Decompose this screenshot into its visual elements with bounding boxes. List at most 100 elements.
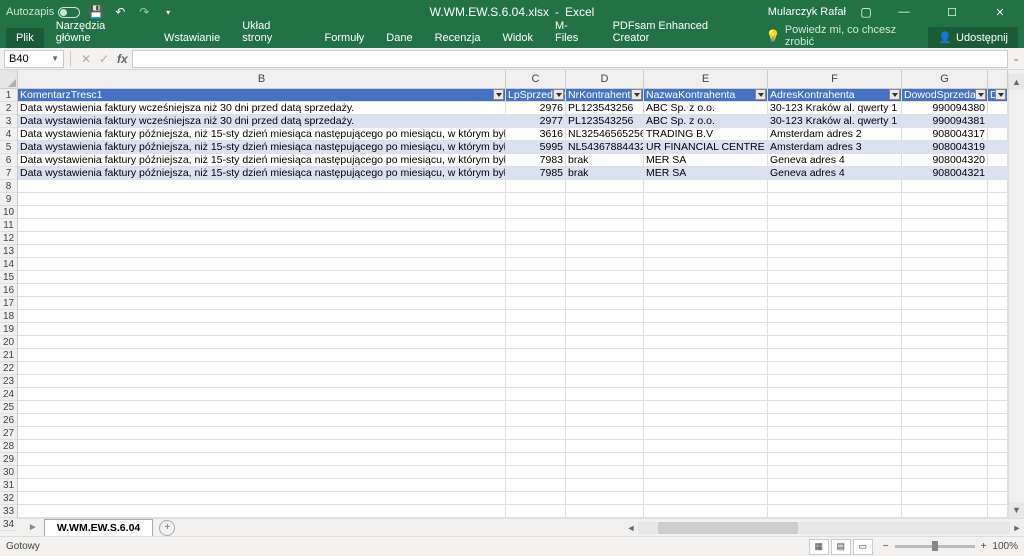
row-header[interactable]: 18	[0, 310, 17, 323]
share-button[interactable]: 👤 Udostępnij	[928, 27, 1018, 48]
cell[interactable]: Geneva adres 4	[768, 167, 902, 180]
cell[interactable]	[18, 492, 506, 505]
scroll-down-icon[interactable]: ▼	[1009, 502, 1024, 518]
cell[interactable]: NL325465652566	[566, 128, 644, 141]
cell[interactable]	[644, 362, 768, 375]
cell[interactable]	[768, 401, 902, 414]
cell[interactable]	[988, 141, 1008, 154]
row-header[interactable]: 8	[0, 180, 17, 193]
cell[interactable]	[988, 102, 1008, 115]
tab-file[interactable]: Plik	[6, 28, 44, 48]
cell[interactable]	[18, 206, 506, 219]
row-header[interactable]: 23	[0, 375, 17, 388]
cell[interactable]	[506, 492, 566, 505]
zoom-in-icon[interactable]: +	[981, 541, 987, 552]
cell[interactable]	[566, 466, 644, 479]
cell[interactable]	[18, 297, 506, 310]
cell[interactable]	[768, 284, 902, 297]
cell[interactable]	[644, 375, 768, 388]
cell[interactable]	[768, 388, 902, 401]
cell[interactable]	[988, 401, 1008, 414]
cell[interactable]: 990094381	[902, 115, 988, 128]
cell[interactable]	[768, 362, 902, 375]
row-header[interactable]: 29	[0, 453, 17, 466]
row-header[interactable]: 32	[0, 492, 17, 505]
cell[interactable]	[644, 479, 768, 492]
cell[interactable]: 908004321	[902, 167, 988, 180]
cell[interactable]	[902, 362, 988, 375]
view-normal-button[interactable]: ▦	[809, 539, 829, 555]
cell[interactable]	[506, 362, 566, 375]
cell[interactable]	[566, 401, 644, 414]
cell[interactable]	[18, 219, 506, 232]
cell[interactable]: 990094380	[902, 102, 988, 115]
cell[interactable]	[902, 440, 988, 453]
cell[interactable]	[988, 427, 1008, 440]
cell[interactable]	[566, 427, 644, 440]
cell[interactable]	[18, 440, 506, 453]
cell[interactable]	[644, 297, 768, 310]
cell[interactable]	[566, 180, 644, 193]
row-header[interactable]: 34	[0, 518, 17, 531]
row-header[interactable]: 27	[0, 427, 17, 440]
cell[interactable]	[506, 180, 566, 193]
filter-icon[interactable]	[975, 89, 986, 100]
row-header[interactable]: 16	[0, 284, 17, 297]
cell[interactable]	[18, 245, 506, 258]
cell[interactable]	[768, 206, 902, 219]
cell[interactable]	[506, 375, 566, 388]
cell[interactable]	[18, 362, 506, 375]
zoom-out-icon[interactable]: −	[883, 541, 889, 552]
tab-data[interactable]: Dane	[376, 28, 422, 48]
cell[interactable]	[566, 219, 644, 232]
cell[interactable]	[506, 427, 566, 440]
cell[interactable]	[988, 388, 1008, 401]
row-header[interactable]: 22	[0, 362, 17, 375]
cell[interactable]: 2977	[506, 115, 566, 128]
filter-icon[interactable]	[889, 89, 900, 100]
cell[interactable]: TRADING B.V	[644, 128, 768, 141]
cell[interactable]	[506, 414, 566, 427]
cell[interactable]	[566, 310, 644, 323]
cell[interactable]	[988, 258, 1008, 271]
cell[interactable]	[988, 362, 1008, 375]
zoom-control[interactable]: − + 100%	[883, 541, 1018, 552]
cell[interactable]: MER SA	[644, 154, 768, 167]
row-header[interactable]: 5	[0, 141, 17, 154]
cell[interactable]	[902, 271, 988, 284]
cell[interactable]	[506, 401, 566, 414]
row-header[interactable]: 25	[0, 401, 17, 414]
cell[interactable]	[644, 232, 768, 245]
cell[interactable]	[902, 206, 988, 219]
cell[interactable]	[18, 466, 506, 479]
col-header-E[interactable]: E	[644, 70, 768, 88]
cell[interactable]: 908004317	[902, 128, 988, 141]
row-header[interactable]: 33	[0, 505, 17, 518]
cell[interactable]	[902, 349, 988, 362]
cell[interactable]	[768, 505, 902, 518]
row-header[interactable]: 19	[0, 323, 17, 336]
cell[interactable]	[506, 505, 566, 518]
filter-icon[interactable]	[493, 89, 504, 100]
tab-formulas[interactable]: Formuły	[315, 28, 375, 48]
cell[interactable]	[506, 323, 566, 336]
cell[interactable]	[768, 453, 902, 466]
cell[interactable]	[566, 505, 644, 518]
cell[interactable]	[506, 232, 566, 245]
row-header[interactable]: 28	[0, 440, 17, 453]
cell[interactable]	[988, 245, 1008, 258]
cell[interactable]	[566, 375, 644, 388]
cell[interactable]	[988, 297, 1008, 310]
cell[interactable]	[768, 323, 902, 336]
cell[interactable]: Amsterdam adres 3	[768, 141, 902, 154]
row-header[interactable]: 11	[0, 219, 17, 232]
cell[interactable]	[768, 479, 902, 492]
cell[interactable]	[506, 349, 566, 362]
cell[interactable]	[566, 206, 644, 219]
cell[interactable]: 908004320	[902, 154, 988, 167]
cell[interactable]	[768, 310, 902, 323]
tab-mfiles[interactable]: M-Files	[545, 16, 601, 48]
close-button[interactable]: ✕	[982, 0, 1018, 24]
cell[interactable]	[988, 453, 1008, 466]
cell[interactable]	[988, 128, 1008, 141]
